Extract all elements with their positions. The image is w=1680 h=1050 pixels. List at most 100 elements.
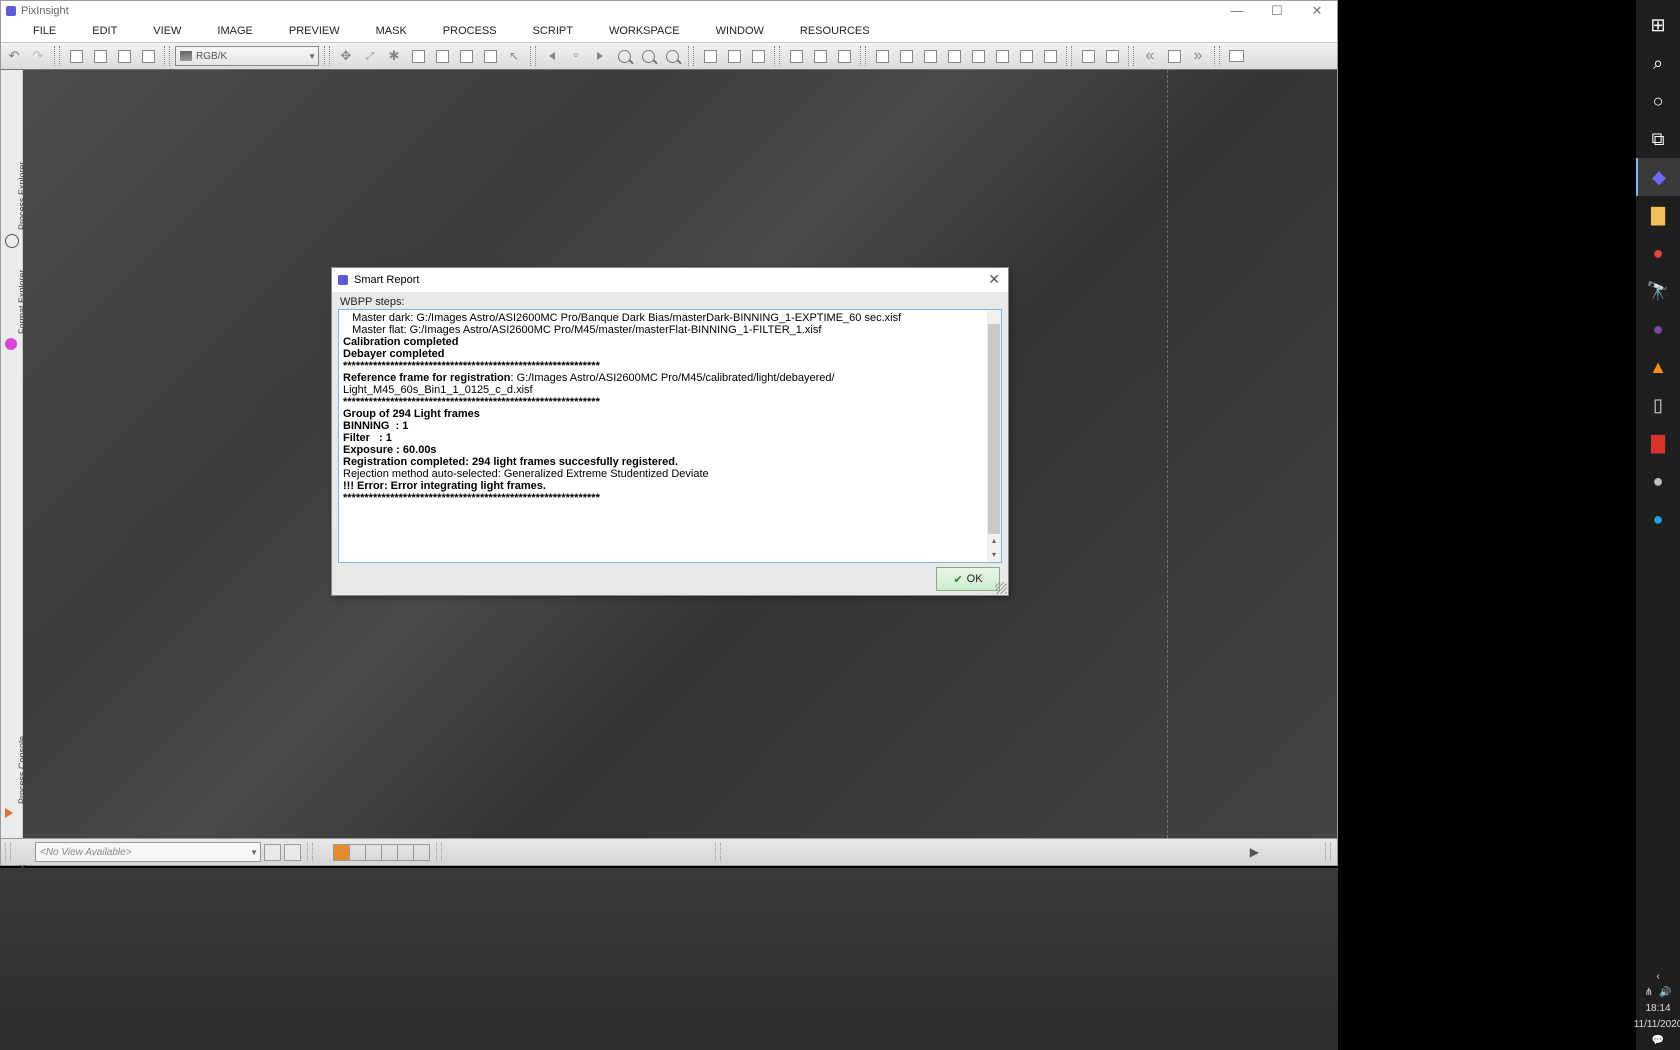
color-swatch[interactable]	[382, 844, 398, 861]
center-icon[interactable]: ◦	[565, 46, 587, 66]
color-swatch[interactable]	[398, 844, 414, 861]
window-tool-icon[interactable]	[699, 46, 721, 66]
tool-icon[interactable]	[407, 46, 429, 66]
window-tool-icon[interactable]	[943, 46, 965, 66]
taskbar-ball[interactable]: ●	[1636, 462, 1680, 500]
scroll-down-icon[interactable]: ▾	[987, 548, 1001, 562]
notifications-icon[interactable]: 💬	[1652, 1035, 1664, 1046]
window-tool-icon[interactable]	[871, 46, 893, 66]
tool-icon[interactable]	[137, 46, 159, 66]
menu-resources[interactable]: RESOURCES	[782, 20, 888, 42]
scroll-up-icon[interactable]: ▴	[987, 534, 1001, 548]
clock-time[interactable]: 18:14	[1645, 1003, 1670, 1014]
window-tool-icon[interactable]	[991, 46, 1013, 66]
taskbar-pixinsight[interactable]: ◆	[1636, 158, 1680, 196]
next-icon[interactable]	[589, 46, 611, 66]
taskbar-start[interactable]: ⊞	[1636, 6, 1680, 44]
taskbar-acrobat[interactable]: ▇	[1636, 424, 1680, 462]
taskbar-cortana[interactable]: ○	[1636, 82, 1680, 120]
window-tool-icon[interactable]	[1163, 46, 1185, 66]
window-maximize-button[interactable]: ☐	[1257, 1, 1297, 20]
menu-process[interactable]: PROCESS	[425, 20, 515, 42]
tool-icon[interactable]	[65, 46, 87, 66]
undo-button[interactable]: ↶	[3, 46, 25, 66]
taskbar-explorer[interactable]: ▇	[1636, 196, 1680, 234]
window-tool-icon[interactable]	[967, 46, 989, 66]
window-tool-icon[interactable]	[1077, 46, 1099, 66]
gripper-icon[interactable]	[436, 843, 442, 861]
zoom-in-icon[interactable]	[613, 46, 635, 66]
window-tool-icon[interactable]	[809, 46, 831, 66]
menu-script[interactable]: SCRIPT	[515, 20, 591, 42]
taskbar-taskview[interactable]: ⧉	[1636, 120, 1680, 158]
tool-icon[interactable]	[113, 46, 135, 66]
taskbar-telescope[interactable]: 🔭	[1636, 272, 1680, 310]
resize-grip-icon[interactable]	[995, 582, 1007, 594]
dialog-close-button[interactable]: ✕	[988, 271, 1000, 288]
network-icon[interactable]: ⋔	[1645, 987, 1653, 998]
taskbar-chrome[interactable]: ●	[1636, 234, 1680, 272]
window-tool-icon[interactable]	[895, 46, 917, 66]
cursor-tool-icon[interactable]: ↖	[503, 46, 525, 66]
scrollbar[interactable]: ▴ ▾	[987, 310, 1001, 562]
gripper-icon[interactable]	[1325, 843, 1331, 861]
volume-icon[interactable]: 🔊	[1659, 987, 1671, 998]
center-tool-icon[interactable]: ✱	[383, 46, 405, 66]
gripper-icon[interactable]	[5, 843, 11, 861]
color-swatch[interactable]	[333, 844, 350, 861]
window-minimize-button[interactable]: —	[1217, 1, 1257, 20]
color-swatch[interactable]	[366, 844, 382, 861]
status-button[interactable]	[264, 844, 281, 861]
scrollbar-thumb[interactable]	[988, 324, 1000, 534]
tool-icon[interactable]	[431, 46, 453, 66]
move-tool-icon[interactable]: ✥	[335, 46, 357, 66]
color-swatch[interactable]	[350, 844, 366, 861]
play-icon[interactable]: ▶	[1250, 845, 1259, 859]
gripper-icon[interactable]	[715, 843, 721, 861]
tool-icon[interactable]	[89, 46, 111, 66]
status-button[interactable]	[284, 844, 301, 861]
tool-icon[interactable]	[455, 46, 477, 66]
zoom-fit-icon[interactable]	[661, 46, 683, 66]
taskbar-eclipse[interactable]: ●	[1636, 310, 1680, 348]
fit-tool-icon[interactable]: ⤢	[359, 46, 381, 66]
window-tool-icon[interactable]	[1015, 46, 1037, 66]
gripper-icon[interactable]	[307, 843, 313, 861]
menu-edit[interactable]: EDIT	[74, 20, 135, 42]
redo-button[interactable]: ↷	[27, 46, 49, 66]
tray-expand-icon[interactable]: ‹	[1656, 971, 1659, 982]
window-tool-icon[interactable]	[833, 46, 855, 66]
app-titlebar[interactable]: PixInsight — ☐ ✕	[1, 1, 1337, 20]
window-close-button[interactable]: ✕	[1297, 1, 1337, 20]
window-tool-icon[interactable]	[1039, 46, 1061, 66]
nav-prev-icon[interactable]: «	[1139, 46, 1161, 66]
menu-image[interactable]: IMAGE	[199, 20, 270, 42]
monitor-icon[interactable]	[1225, 46, 1247, 66]
taskbar-file[interactable]: ▯	[1636, 386, 1680, 424]
menu-file[interactable]: FILE	[15, 20, 74, 42]
window-tool-icon[interactable]	[1101, 46, 1123, 66]
taskbar-edge[interactable]: ●	[1636, 500, 1680, 538]
view-selector[interactable]: <No View Available> ▼	[35, 842, 261, 862]
menu-window[interactable]: WINDOW	[698, 20, 782, 42]
menu-mask[interactable]: MASK	[358, 20, 425, 42]
window-tool-icon[interactable]	[723, 46, 745, 66]
taskbar-vlc[interactable]: ▲	[1636, 348, 1680, 386]
window-tool-icon[interactable]	[747, 46, 769, 66]
taskbar-search[interactable]: ⌕	[1636, 44, 1680, 82]
channel-selector[interactable]: RGB/K ▼	[175, 46, 319, 66]
nav-next-icon[interactable]: »	[1187, 46, 1209, 66]
tool-icon[interactable]	[479, 46, 501, 66]
zoom-out-icon[interactable]	[637, 46, 659, 66]
window-tool-icon[interactable]	[919, 46, 941, 66]
menu-view[interactable]: VIEW	[135, 20, 199, 42]
clock-date[interactable]: 11/11/2020	[1634, 1019, 1680, 1030]
ok-button[interactable]: ✔ OK	[936, 567, 1000, 591]
color-swatch[interactable]	[414, 844, 430, 861]
menu-workspace[interactable]: WORKSPACE	[591, 20, 698, 42]
menu-preview[interactable]: PREVIEW	[271, 20, 358, 42]
prev-icon[interactable]	[541, 46, 563, 66]
report-textarea[interactable]: Master dark: G:/Images Astro/ASI2600MC P…	[338, 309, 1002, 563]
window-tool-icon[interactable]	[785, 46, 807, 66]
dialog-titlebar[interactable]: Smart Report ✕	[332, 268, 1008, 292]
